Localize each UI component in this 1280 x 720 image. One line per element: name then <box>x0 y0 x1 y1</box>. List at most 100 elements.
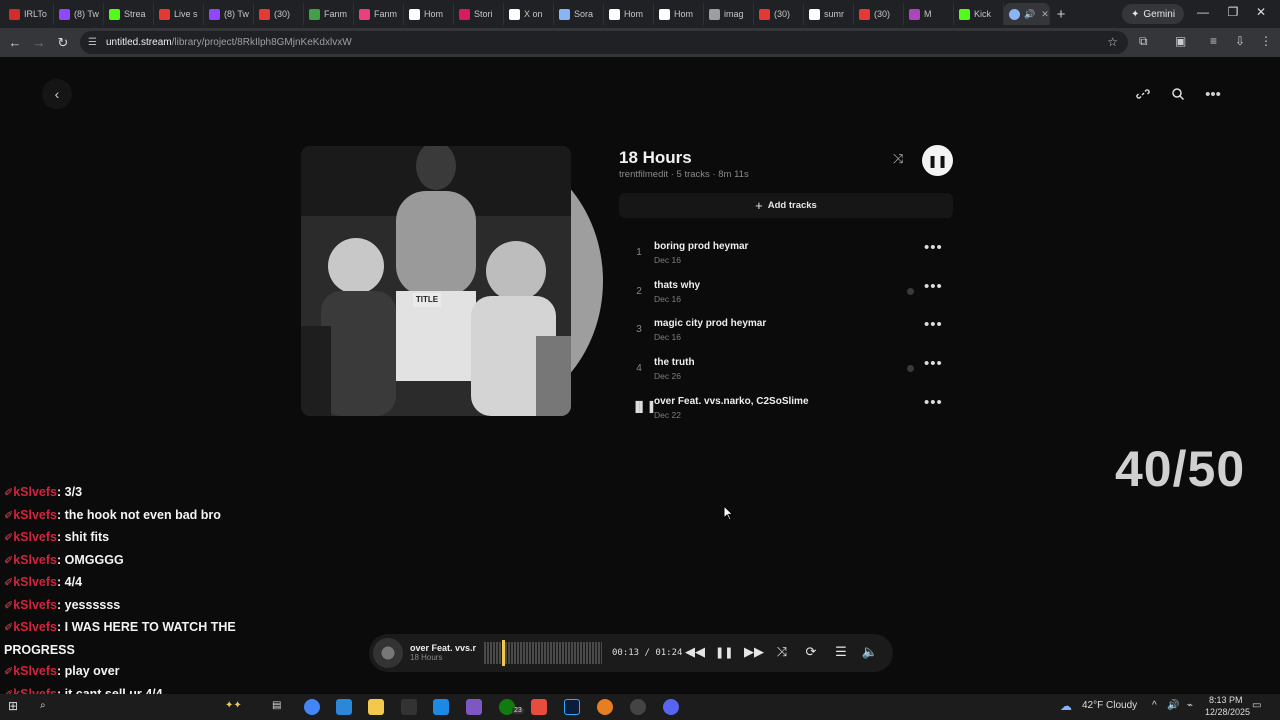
new-tab-icon[interactable]: + <box>1050 6 1072 23</box>
queue-icon[interactable]: ☰ <box>832 644 850 660</box>
track-row-playing[interactable]: ▐▌▐ over Feat. vvs.narko, C2SoSlime Dec … <box>619 391 953 429</box>
copilot-sparkle-icon[interactable]: ✦✦ <box>225 700 242 711</box>
track-row[interactable]: 4 the truth Dec 26 ••• <box>619 352 953 390</box>
chat-username: kSlvefs <box>13 575 57 589</box>
address-bar[interactable]: ☰ untitled.stream/library/project/8RkIlp… <box>80 31 1128 54</box>
link-icon[interactable] <box>1128 79 1158 109</box>
speaker-icon[interactable]: 🔊 <box>1167 700 1179 711</box>
extensions-icon[interactable]: ⧉ <box>1139 34 1148 49</box>
notification-icon[interactable]: ▭ <box>1252 700 1261 711</box>
more-options-icon[interactable]: ••• <box>1198 79 1228 109</box>
bookmark-star-icon[interactable]: ☆ <box>1107 35 1118 49</box>
browser-tab[interactable]: Sora <box>554 3 604 25</box>
browser-tab-active[interactable]: 🔊 ✕ <box>1004 3 1050 25</box>
chat-message: ✐kSlvefs: shit fits <box>4 530 110 544</box>
browser-tab[interactable]: Strea <box>104 3 154 25</box>
browser-tab[interactable]: X on <box>504 3 554 25</box>
obs-icon[interactable] <box>630 699 646 715</box>
pause-button[interactable]: ❚❚ <box>922 145 953 176</box>
track-more-icon[interactable]: ••• <box>924 394 943 411</box>
close-tab-icon[interactable]: ✕ <box>1041 9 1049 20</box>
browser-tab[interactable]: (8) Tw <box>54 3 104 25</box>
browser-tab[interactable]: IRLTo <box>4 3 54 25</box>
track-number: 4 <box>636 363 642 374</box>
cover-text: TITLE <box>413 293 441 307</box>
browser-tab[interactable]: imag <box>704 3 754 25</box>
track-more-icon[interactable]: ••• <box>924 278 943 295</box>
firefox-icon[interactable] <box>597 699 613 715</box>
browser-tab[interactable]: Live s <box>154 3 204 25</box>
chat-badge-icon: ✐ <box>4 532 14 544</box>
volume-icon[interactable]: 🔈 <box>861 644 879 660</box>
reload-icon[interactable]: ↻ <box>51 35 75 51</box>
chat-overlay: ✐kSlvefs: 3/3 ✐kSlvefs: the hook not even… <box>4 482 284 720</box>
browser-tab[interactable]: Kick <box>954 3 1004 25</box>
network-icon[interactable]: ⌁ <box>1187 700 1193 711</box>
rewind-icon[interactable]: ◀◀ <box>685 644 705 660</box>
track-number: 1 <box>636 247 642 258</box>
pause-icon[interactable]: ❚❚ <box>715 646 733 659</box>
taskbar-search-icon[interactable]: ⌕ <box>40 700 46 711</box>
copilot-icon[interactable] <box>466 699 482 715</box>
tab-favicon-icon <box>209 8 220 20</box>
playhead[interactable] <box>502 640 505 666</box>
now-playing-equalizer-icon: ▐▌▐ <box>632 402 654 413</box>
browser-tab[interactable]: M <box>904 3 954 25</box>
media-icon[interactable]: ≡ <box>1210 34 1217 48</box>
track-more-icon[interactable]: ••• <box>924 239 943 256</box>
app-grid-icon[interactable] <box>531 699 547 715</box>
site-info-icon[interactable]: ☰ <box>88 37 100 48</box>
browser-tab[interactable]: sumr <box>804 3 854 25</box>
track-number: 2 <box>636 286 642 297</box>
track-more-icon[interactable]: ••• <box>924 316 943 333</box>
back-chevron-icon[interactable]: ‹ <box>42 79 72 109</box>
track-row[interactable]: 2 thats why Dec 16 ••• <box>619 275 953 313</box>
discord-icon[interactable] <box>663 699 679 715</box>
browser-tab[interactable]: (30) <box>254 3 304 25</box>
downloads-icon[interactable]: ⇩ <box>1235 34 1245 48</box>
track-row[interactable]: 3 magic city prod heymar Dec 16 ••• <box>619 313 953 351</box>
back-arrow-icon[interactable]: ← <box>3 35 27 50</box>
fast-forward-icon[interactable]: ▶▶ <box>744 644 764 660</box>
forward-arrow-icon[interactable]: → <box>27 35 51 50</box>
chrome-icon[interactable] <box>304 699 320 715</box>
store-icon[interactable] <box>336 699 352 715</box>
browser-tab[interactable]: Fanm <box>304 3 354 25</box>
browser-tab[interactable]: (8) Tw <box>204 3 254 25</box>
app-icon[interactable] <box>433 699 449 715</box>
start-windows-icon[interactable]: ⊞ <box>8 699 18 713</box>
browser-tab[interactable]: Hom <box>654 3 704 25</box>
chevron-up-icon[interactable]: ^ <box>1152 700 1157 711</box>
reading-mode-icon[interactable]: ▣ <box>1175 34 1186 48</box>
taskbar: ⊞ ⌕ ✦✦ ▤ 23 ☁ 42°F Cloudy ^ 🔊 ⌁ 8:13 PM … <box>0 694 1280 720</box>
menu-kebab-icon[interactable]: ⋮ <box>1260 34 1272 48</box>
track-date: Dec 22 <box>654 410 681 420</box>
track-more-icon[interactable]: ••• <box>924 355 943 372</box>
search-icon[interactable] <box>1163 79 1193 109</box>
clock-date[interactable]: 12/28/2025 <box>1205 707 1250 717</box>
close-window-icon[interactable]: ✕ <box>1246 5 1276 19</box>
epic-games-icon[interactable] <box>401 699 417 715</box>
task-view-icon[interactable]: ▤ <box>272 700 281 711</box>
clock-time[interactable]: 8:13 PM <box>1209 695 1243 705</box>
photoshop-icon[interactable] <box>564 699 580 715</box>
browser-tab[interactable]: (30) <box>754 3 804 25</box>
browser-tab[interactable]: Fanm <box>354 3 404 25</box>
shuffle-icon[interactable]: ⤨ <box>893 151 903 167</box>
add-tracks-button[interactable]: + Add tracks <box>619 193 953 218</box>
browser-tab[interactable]: Stori <box>454 3 504 25</box>
browser-tab[interactable]: (30) <box>854 3 904 25</box>
repeat-icon[interactable]: ⟳ <box>802 644 820 660</box>
minimize-icon[interactable]: — <box>1188 5 1218 19</box>
file-explorer-icon[interactable] <box>368 699 384 715</box>
browser-tab[interactable]: Hom <box>404 3 454 25</box>
browser-tab[interactable]: Hom <box>604 3 654 25</box>
tab-favicon-icon <box>259 8 270 20</box>
maximize-icon[interactable]: ❐ <box>1218 5 1248 19</box>
weather-text[interactable]: 42°F Cloudy <box>1082 700 1137 711</box>
gemini-button[interactable]: ✦ Gemini <box>1122 4 1185 24</box>
track-row[interactable]: 1 boring prod heymar Dec 16 ••• <box>619 236 953 274</box>
chat-username: kSlvefs <box>13 530 57 544</box>
now-playing-thumbnail[interactable] <box>373 638 403 668</box>
shuffle-icon[interactable]: ⤨ <box>773 644 791 660</box>
